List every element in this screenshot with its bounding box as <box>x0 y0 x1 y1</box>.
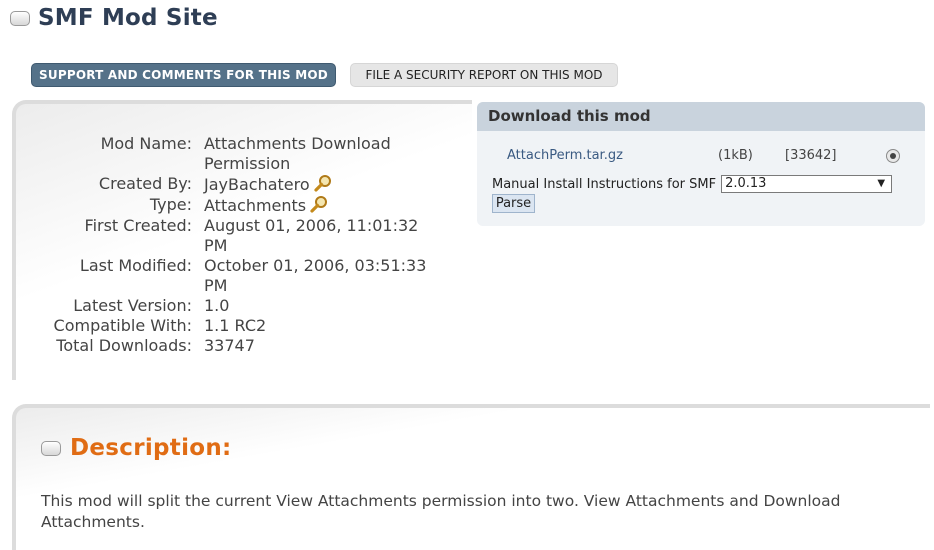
dropdown-arrow-icon[interactable]: ▼ <box>877 176 885 192</box>
description-title: Description: <box>70 435 232 461</box>
magnifier-icon[interactable] <box>314 174 332 192</box>
parse-button[interactable]: Parse <box>492 194 535 213</box>
info-label: Total Downloads: <box>56 336 192 355</box>
total-downloads-value: 33747 <box>204 336 255 355</box>
last-modified-value: October 01, 2006, 03:51:33 PM <box>204 256 427 295</box>
info-label: Type: <box>149 195 192 214</box>
description-panel: Description: This mod will split the cur… <box>12 404 930 550</box>
info-row-first-created: First Created: August 01, 2006, 11:01:32… <box>16 216 444 256</box>
description-heading: Description: <box>41 435 232 461</box>
author-link[interactable]: JayBachatero <box>204 175 310 194</box>
mod-name-value: Attachments Download Permission <box>204 134 391 173</box>
site-title: SMF Mod Site <box>38 5 218 31</box>
latest-version-value: 1.0 <box>204 296 230 315</box>
info-label: Mod Name: <box>100 134 192 153</box>
magnifier-icon[interactable] <box>310 195 328 213</box>
info-row-created-by: Created By: JayBachatero <box>16 174 444 195</box>
install-instructions-label: Manual Install Instructions for SMF <box>492 176 717 192</box>
download-file-row: AttachPerm.tar.gz (1kB) [33642] <box>477 148 925 164</box>
download-panel: Download this mod AttachPerm.tar.gz (1kB… <box>477 102 925 226</box>
info-label: Last Modified: <box>79 256 192 275</box>
download-panel-title: Download this mod <box>477 102 925 131</box>
mod-info-table: Mod Name: Attachments Download Permissio… <box>16 134 444 356</box>
download-file-link[interactable]: AttachPerm.tar.gz <box>507 148 623 163</box>
type-cell: Attachments <box>204 195 444 216</box>
info-label: Compatible With: <box>53 316 192 335</box>
collapse-toggle-icon[interactable] <box>41 440 61 456</box>
smf-version-select[interactable]: 2.0.13 ▼ <box>721 175 893 193</box>
file-select-radio[interactable] <box>886 149 900 163</box>
install-instructions-row: Manual Install Instructions for SMF 2.0.… <box>492 175 893 193</box>
file-download-count: [33642] <box>785 148 837 163</box>
info-label: Latest Version: <box>73 296 192 315</box>
info-row-type: Type: Attachments <box>16 195 444 216</box>
info-row-mod-name: Mod Name: Attachments Download Permissio… <box>16 134 444 174</box>
site-header: SMF Mod Site <box>10 5 218 31</box>
info-row-compatible-with: Compatible With: 1.1 RC2 <box>16 316 444 336</box>
info-label: First Created: <box>84 216 192 235</box>
description-text: This mod will split the current View Att… <box>41 492 841 531</box>
info-label: Created By: <box>98 174 192 193</box>
type-link[interactable]: Attachments <box>204 196 306 215</box>
collapse-toggle-icon[interactable] <box>10 10 30 26</box>
mod-info-panel: Mod Name: Attachments Download Permissio… <box>12 100 472 380</box>
compatible-with-value: 1.1 RC2 <box>204 316 267 335</box>
smf-version-value: 2.0.13 <box>725 176 767 191</box>
file-size: (1kB) <box>718 148 753 163</box>
created-by-cell: JayBachatero <box>204 174 444 195</box>
info-row-last-modified: Last Modified: October 01, 2006, 03:51:3… <box>16 256 444 296</box>
first-created-value: August 01, 2006, 11:01:32 PM <box>204 216 419 255</box>
info-row-total-downloads: Total Downloads: 33747 <box>16 336 444 356</box>
security-report-button[interactable]: FILE A SECURITY REPORT ON THIS MOD <box>350 63 618 87</box>
support-comments-button[interactable]: SUPPORT AND COMMENTS FOR THIS MOD <box>31 63 336 87</box>
info-row-latest-version: Latest Version: 1.0 <box>16 296 444 316</box>
